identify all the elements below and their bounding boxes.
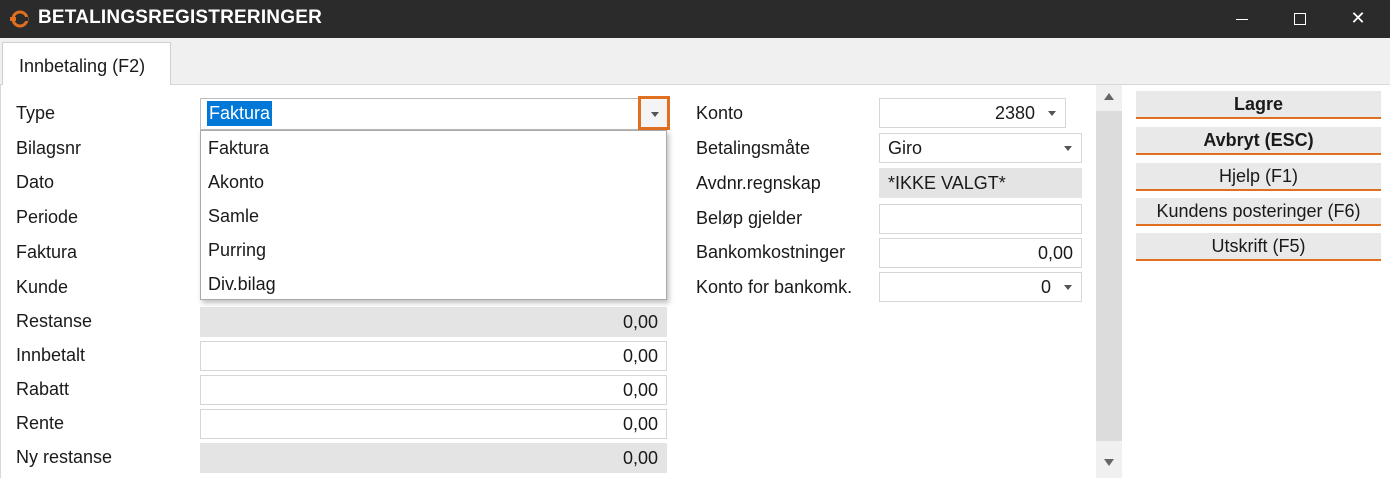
dropdown-option-akonto[interactable]: Akonto	[208, 172, 264, 193]
close-icon: ✕	[1350, 8, 1366, 28]
konto-bankomk-combobox[interactable]: 0	[879, 272, 1082, 302]
rente-field[interactable]: 0,00	[200, 409, 667, 439]
rabatt-label: Rabatt	[16, 379, 70, 399]
periode-label: Periode	[16, 207, 79, 227]
konto-value: 2380	[994, 103, 1035, 123]
innbetalt-label: Innbetalt	[16, 345, 86, 365]
bilagsnr-label: Bilagsnr	[16, 138, 82, 158]
dropdown-option-divbilag[interactable]: Div.bilag	[208, 274, 276, 295]
title-bar: BETALINGSREGISTRERINGER ✕	[0, 0, 1390, 38]
dropdown-option-purring[interactable]: Purring	[208, 240, 266, 261]
rente-label: Rente	[16, 413, 65, 433]
konto-bankomk-value: 0	[1040, 277, 1051, 297]
chevron-down-icon	[1048, 111, 1056, 116]
bankomkostninger-label: Bankomkostninger	[696, 242, 846, 262]
ny-restanse-label: Ny restanse	[16, 447, 113, 467]
avdnr-label: Avdnr.regnskap	[696, 173, 821, 193]
window-title: BETALINGSREGISTRERINGER	[38, 7, 322, 28]
scroll-up-icon[interactable]	[1104, 93, 1114, 100]
dato-label: Dato	[16, 172, 55, 192]
minimize-button[interactable]	[1214, 0, 1270, 38]
konto-combobox[interactable]: 2380	[879, 98, 1066, 128]
rabatt-field[interactable]: 0,00	[200, 375, 667, 405]
close-button[interactable]: ✕	[1330, 0, 1386, 38]
konto-bankomk-label: Konto for bankomk.	[696, 277, 853, 297]
betalingsmate-combobox[interactable]: Giro	[879, 133, 1082, 163]
chevron-down-icon	[1064, 285, 1072, 290]
utskrift-button[interactable]: Utskrift (F5)	[1136, 233, 1381, 261]
avbryt-button[interactable]: Avbryt (ESC)	[1136, 127, 1381, 155]
restanse-field: 0,00	[200, 307, 667, 337]
tab-innbetaling[interactable]: Innbetaling (F2)	[2, 42, 171, 86]
maximize-icon	[1294, 13, 1306, 26]
vertical-scrollbar[interactable]	[1096, 85, 1122, 478]
innbetalt-field[interactable]: 0,00	[200, 341, 667, 371]
type-dropdown-list: Faktura Akonto Samle Purring Div.bilag	[200, 130, 667, 300]
type-combobox[interactable]: Faktura	[200, 98, 667, 130]
kundens-posteringer-button[interactable]: Kundens posteringer (F6)	[1136, 198, 1381, 226]
type-value: Faktura	[207, 101, 273, 126]
chevron-down-icon	[651, 112, 659, 117]
betalingsmate-label: Betalingsmåte	[696, 138, 811, 158]
restanse-label: Restanse	[16, 311, 93, 331]
dropdown-option-faktura[interactable]: Faktura	[208, 138, 269, 159]
faktura-label: Faktura	[16, 242, 78, 262]
maximize-button[interactable]	[1272, 0, 1328, 38]
hjelp-button[interactable]: Hjelp (F1)	[1136, 163, 1381, 191]
scroll-thumb[interactable]	[1096, 111, 1122, 441]
belop-gjelder-label: Beløp gjelder	[696, 208, 803, 228]
bankomkostninger-field[interactable]: 0,00	[879, 238, 1082, 268]
chevron-down-icon	[1064, 146, 1072, 151]
type-label: Type	[16, 103, 56, 123]
type-dropdown-button[interactable]	[638, 96, 670, 130]
kunde-label: Kunde	[16, 277, 69, 297]
minimize-icon	[1236, 18, 1248, 20]
belop-gjelder-field[interactable]	[879, 204, 1082, 234]
tab-strip: Innbetaling (F2)	[0, 38, 1390, 86]
konto-label: Konto	[696, 103, 744, 123]
lagre-button[interactable]: Lagre	[1136, 91, 1381, 119]
dropdown-option-samle[interactable]: Samle	[208, 206, 259, 227]
ny-restanse-field: 0,00	[200, 443, 667, 473]
orange-logo-icon	[10, 10, 29, 28]
avdnr-field: *IKKE VALGT*	[879, 168, 1082, 198]
betalingsmate-value: Giro	[888, 138, 923, 158]
scroll-down-icon[interactable]	[1104, 459, 1114, 466]
